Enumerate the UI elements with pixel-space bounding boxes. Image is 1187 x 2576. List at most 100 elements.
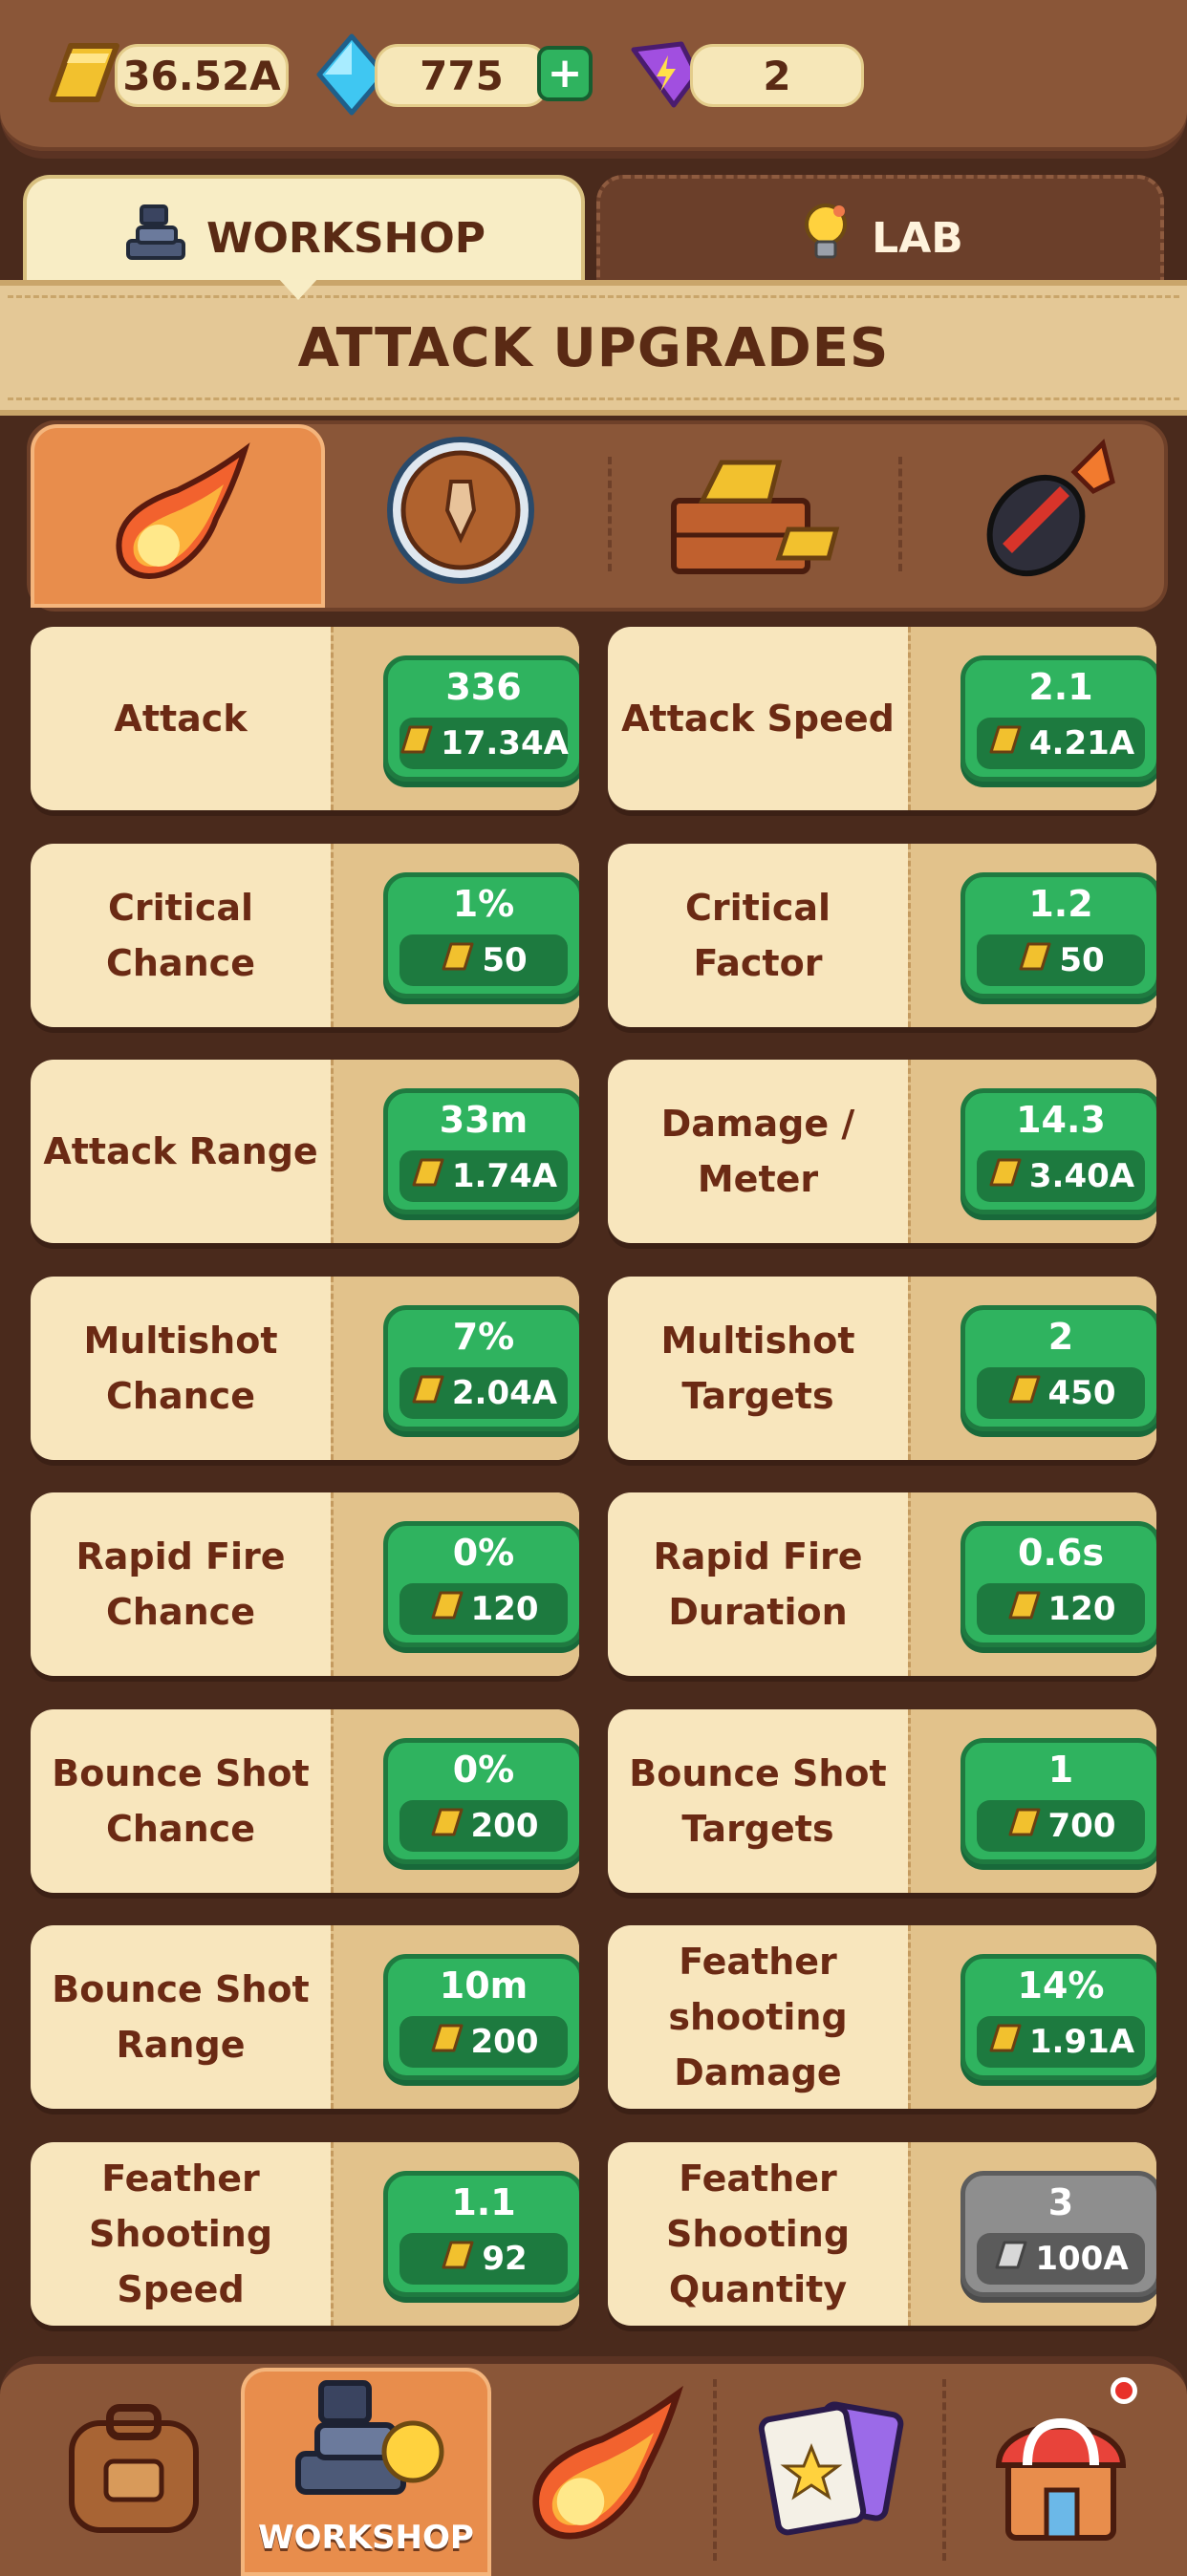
upgrade-card: Feather Shooting Speed 1.1 92	[31, 2142, 579, 2326]
upgrade-value: 14%	[1017, 1964, 1105, 2007]
silver-ingot-icon	[993, 2239, 1029, 2280]
upgrade-label: Multishot Targets	[660, 1320, 855, 1417]
upgrade-button[interactable]: 1 700	[960, 1738, 1156, 1864]
upgrade-action-area: 0% 200	[331, 1709, 579, 1893]
upgrade-action-area: 0.6s 120	[908, 1492, 1156, 1676]
upgrade-action-area: 33m 1.74A	[331, 1060, 579, 1243]
upgrade-cost: 3.40A	[977, 1150, 1145, 1202]
upgrade-action-area: 1.1 92	[331, 2142, 579, 2326]
upgrade-label: Multishot Chance	[83, 1320, 278, 1417]
upgrade-value: 1.2	[1028, 883, 1093, 925]
upgrade-button[interactable]: 0% 120	[383, 1521, 579, 1647]
gold-ingot-icon	[987, 2022, 1024, 2063]
upgrade-cost: 2.04A	[399, 1367, 568, 1419]
upgrade-card: Bounce Shot Targets 1 700	[608, 1709, 1156, 1893]
upgrade-label: Attack Speed	[621, 698, 895, 740]
tab-pointer	[277, 277, 319, 300]
upgrade-action-area: 336 17.34A	[331, 627, 579, 810]
upgrade-cost-value: 200	[470, 1807, 539, 1845]
upgrade-label: Bounce Shot Chance	[52, 1752, 310, 1850]
upgrade-cost: 50	[977, 934, 1145, 986]
gold-ingot-icon	[410, 1156, 446, 1197]
upgrade-cost: 1.91A	[977, 2016, 1145, 2068]
upgrade-action-area: 0% 120	[331, 1492, 579, 1676]
section-title-band: ATTACK UPGRADES	[0, 280, 1187, 416]
gold-ingot-icon	[429, 2022, 465, 2063]
gold-ingot-icon	[399, 723, 435, 764]
gold-ingot-icon	[1006, 1589, 1043, 1630]
upgrade-label: Attack Range	[43, 1130, 318, 1172]
upgrade-button[interactable]: 0% 200	[383, 1738, 579, 1864]
upgrade-action-area: 14.3 3.40A	[908, 1060, 1156, 1243]
upgrade-cost-value: 4.21A	[1028, 724, 1135, 762]
upgrade-action-area: 2.1 4.21A	[908, 627, 1156, 810]
upgrade-cost-value: 100A	[1035, 2240, 1129, 2278]
upgrade-value: 33m	[439, 1099, 529, 1141]
upgrade-cost: 450	[977, 1367, 1145, 1419]
upgrade-cost-value: 50	[1059, 941, 1105, 979]
category-tab-special[interactable]	[902, 424, 1187, 600]
gold-ingot-icon	[1006, 1373, 1043, 1414]
upgrade-label: Attack	[114, 698, 248, 740]
upgrade-label: Feather Shooting Speed	[88, 2157, 273, 2310]
upgrade-button[interactable]: 0.6s 120	[960, 1521, 1156, 1647]
upgrade-button[interactable]: 14.3 3.40A	[960, 1088, 1156, 1214]
category-tab-defense[interactable]	[317, 424, 604, 600]
anvil-icon	[122, 203, 189, 274]
fire-attack-nav-icon	[516, 2385, 688, 2551]
nav-shop[interactable]	[946, 2368, 1176, 2568]
gold-ingot-icon	[42, 36, 122, 113]
cards-icon	[750, 2390, 913, 2546]
tab-workshop-label: WORKSHOP	[205, 214, 486, 263]
category-tab-fire-attack[interactable]	[31, 424, 325, 608]
fire-attack-icon	[101, 442, 254, 590]
upgrade-button[interactable]: 1.2 50	[960, 872, 1156, 998]
upgrade-label: Feather shooting Damage	[668, 1941, 848, 2093]
nav-attack[interactable]	[487, 2368, 717, 2568]
energy-amount: 2	[690, 44, 864, 107]
upgrade-button[interactable]: 14% 1.91A	[960, 1954, 1156, 2080]
upgrade-value: 2.1	[1028, 666, 1093, 708]
upgrade-button[interactable]: 2 450	[960, 1305, 1156, 1431]
lightbulb-icon	[797, 200, 854, 277]
nav-workshop[interactable]: WORKSHOP	[241, 2368, 491, 2576]
upgrade-card: Damage / Meter 14.3 3.40A	[608, 1060, 1156, 1243]
upgrade-value: 0%	[452, 1749, 515, 1791]
upgrade-value: 7%	[452, 1316, 515, 1358]
upgrade-button[interactable]: 10m 200	[383, 1954, 579, 2080]
upgrade-card: Rapid Fire Chance 0% 120	[31, 1492, 579, 1676]
shop-icon	[980, 2385, 1142, 2551]
gold-crate-icon	[664, 443, 846, 581]
upgrade-cost-value: 50	[482, 941, 528, 979]
upgrade-button[interactable]: 1.1 92	[383, 2171, 579, 2297]
upgrade-value: 1	[1047, 1749, 1074, 1791]
upgrade-value: 2	[1047, 1316, 1074, 1358]
upgrade-cost: 120	[977, 1583, 1145, 1635]
upgrade-card: Multishot Chance 7% 2.04A	[31, 1277, 579, 1460]
notification-dot	[1111, 2377, 1137, 2404]
upgrade-cost-value: 120	[470, 1590, 539, 1628]
upgrade-button[interactable]: 336 17.34A	[383, 655, 579, 782]
nav-cards[interactable]	[717, 2368, 946, 2568]
upgrade-cost-value: 17.34A	[441, 724, 569, 762]
upgrade-button[interactable]: 7% 2.04A	[383, 1305, 579, 1431]
upgrade-button[interactable]: 3 100A	[960, 2171, 1156, 2297]
nav-workshop-label: WORKSHOP	[258, 2519, 474, 2557]
backpack-icon	[53, 2394, 215, 2542]
upgrade-button[interactable]: 33m 1.74A	[383, 1088, 579, 1214]
add-gems-button[interactable]: +	[537, 46, 593, 101]
upgrade-action-area: 7% 2.04A	[331, 1277, 579, 1460]
upgrade-action-area: 3 100A	[908, 2142, 1156, 2326]
upgrade-cost-value: 120	[1047, 1590, 1116, 1628]
upgrade-button[interactable]: 2.1 4.21A	[960, 655, 1156, 782]
upgrade-cost: 100A	[977, 2233, 1145, 2285]
upgrade-cost-value: 450	[1047, 1374, 1116, 1412]
upgrade-button[interactable]: 1% 50	[383, 872, 579, 998]
upgrade-cost: 200	[399, 1800, 568, 1852]
bomb-icon	[969, 434, 1122, 590]
nav-backpack[interactable]	[19, 2368, 248, 2568]
upgrade-value: 10m	[439, 1964, 529, 2007]
category-tab-economy[interactable]	[612, 424, 898, 600]
upgrade-card: Bounce Shot Range 10m 200	[31, 1925, 579, 2109]
upgrade-card: Attack 336 17.34A	[31, 627, 579, 810]
